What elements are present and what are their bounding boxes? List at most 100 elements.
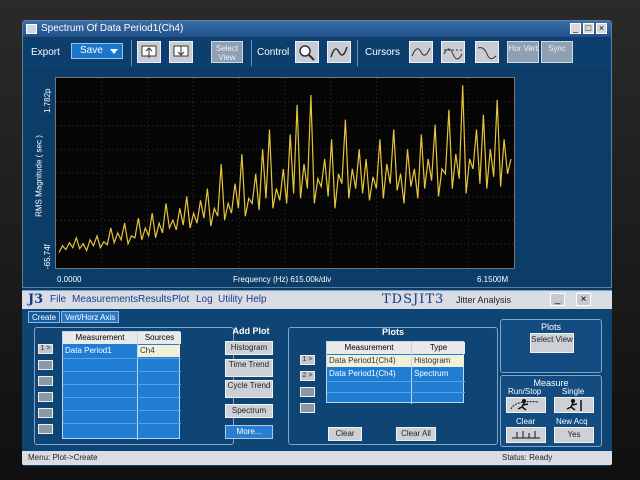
- plot-row-measurement[interactable]: Data Period1(Ch4): [327, 355, 411, 367]
- curve-icon: [477, 47, 497, 60]
- export-label: Export: [31, 47, 60, 58]
- menu-plot[interactable]: Plot: [172, 294, 189, 305]
- clear-results-icon: [512, 431, 540, 439]
- spectrum-plot[interactable]: [55, 77, 515, 269]
- collapse-down-icon: [173, 45, 189, 57]
- jitter-analysis-window: J3 File Measurements Results Plot Log Ut…: [22, 290, 612, 466]
- cursors-label: Cursors: [365, 47, 401, 58]
- jitter-minimize-button[interactable]: _: [550, 293, 565, 306]
- add-more-button[interactable]: More...: [225, 425, 273, 439]
- row-select-button[interactable]: 1 >: [300, 355, 315, 365]
- clear-results-button[interactable]: [506, 427, 546, 443]
- single-label: Single: [562, 387, 585, 396]
- add-histogram-button[interactable]: Histogram: [225, 341, 273, 355]
- add-cycle-trend-button[interactable]: Cycle Trend: [225, 380, 273, 398]
- add-spectrum-button[interactable]: Spectrum: [225, 404, 273, 418]
- close-button[interactable]: ×: [596, 23, 607, 34]
- row-select-button[interactable]: 2 >: [38, 360, 53, 370]
- y-axis-label: RMS Magnitude ( sec ): [34, 135, 44, 217]
- menu-help[interactable]: Help: [246, 294, 267, 305]
- zoom-in-button[interactable]: [169, 41, 193, 63]
- cursor-waveform-button[interactable]: [475, 41, 499, 63]
- column-header-measurement: Measurement: [327, 342, 411, 354]
- measurements-table: Measurement Sources Data Period1 Ch4: [62, 331, 181, 440]
- zoom-out-button[interactable]: [137, 41, 161, 63]
- cursor-sync-button[interactable]: Sync: [541, 41, 573, 63]
- cursor-horizontal-button[interactable]: [441, 41, 465, 63]
- row-select-button[interactable]: 3 >: [300, 387, 315, 397]
- x-start-label: 0.0000: [57, 275, 82, 284]
- x-end-label: 6.1500M: [477, 275, 509, 284]
- row-divider: [63, 410, 181, 411]
- column-header-sources: Sources: [138, 332, 181, 344]
- row-select-button[interactable]: 3 >: [38, 376, 53, 386]
- cursor-hor-vert-button[interactable]: Hor Vert: [507, 41, 539, 63]
- row-select-button[interactable]: 6 >: [38, 424, 53, 434]
- row-select-button[interactable]: 4 >: [38, 392, 53, 402]
- x-axis-footer: 0.0000 Frequency (Hz) 615.00k/div 6.1500…: [23, 273, 611, 287]
- menubar: J3 File Measurements Results Plot Log Ut…: [22, 291, 612, 309]
- brand-subtitle: Jitter Analysis: [456, 295, 512, 305]
- clear-label: Clear: [516, 417, 536, 426]
- add-plot-title: Add Plot: [232, 326, 270, 336]
- row-divider: [327, 392, 465, 393]
- new-acq-label: New Acq: [556, 417, 588, 426]
- row-divider: [63, 358, 181, 359]
- jitter-close-button[interactable]: ×: [576, 293, 591, 306]
- x-axis-label: Frequency (Hz) 615.00k/div: [233, 275, 332, 284]
- minimize-button[interactable]: _: [570, 23, 581, 34]
- menu-measurements[interactable]: Measurements: [72, 294, 138, 305]
- plot-row-measurement[interactable]: Data Period1(Ch4): [327, 368, 411, 380]
- tab-create[interactable]: Create: [28, 311, 61, 323]
- spectrum-chart: [56, 78, 514, 268]
- control-label: Control: [257, 47, 290, 58]
- row-select-button[interactable]: 1 >: [38, 344, 53, 354]
- monitor-bezel: Spectrum Of Data Period1(Ch4) _ □ × Expo…: [0, 0, 640, 480]
- app-icon: [26, 24, 37, 34]
- menu-utility[interactable]: Utility: [218, 294, 242, 305]
- spectrum-window-title: Spectrum Of Data Period1(Ch4): [41, 23, 184, 34]
- status-bar: Menu: Plot->Create Status: Ready: [22, 451, 612, 465]
- pan-button[interactable]: [327, 41, 351, 63]
- table-row-measurement[interactable]: Data Period1: [63, 345, 137, 357]
- select-view-panel-button[interactable]: Select View: [530, 333, 574, 353]
- menu-log[interactable]: Log: [196, 294, 213, 305]
- tdsjit3-logo: J3: [28, 292, 44, 307]
- cursor-vertical-button[interactable]: [409, 41, 433, 63]
- brand-name: TDSJIT3: [382, 292, 445, 307]
- export-dropdown[interactable]: Save: [71, 43, 123, 59]
- select-view-button[interactable]: Select View: [211, 41, 243, 63]
- maximize-button[interactable]: □: [583, 23, 594, 34]
- row-divider: [63, 384, 181, 385]
- spectrum-window-titlebar[interactable]: Spectrum Of Data Period1(Ch4) _ □ ×: [23, 21, 611, 37]
- clear-plot-button[interactable]: Clear: [328, 427, 362, 441]
- table-row-source[interactable]: Ch4: [138, 345, 180, 357]
- toolbar-divider: [131, 40, 132, 66]
- new-acq-yes-button[interactable]: Yes: [554, 427, 594, 443]
- toolbar-divider: [251, 40, 252, 66]
- spectrum-window: Spectrum Of Data Period1(Ch4) _ □ × Expo…: [22, 20, 612, 288]
- magnifier-icon: [299, 45, 315, 61]
- toolbar-divider: [357, 40, 358, 66]
- tab-vert-horz-axis[interactable]: Vert/Horz Axis: [61, 311, 120, 323]
- run-stop-button[interactable]: [506, 397, 546, 413]
- single-run-icon: [566, 399, 582, 411]
- menu-results[interactable]: Results: [138, 294, 171, 305]
- menu-file[interactable]: File: [50, 294, 66, 305]
- sine-hcursor-icon: [443, 48, 463, 60]
- status-text: Status: Ready: [502, 453, 553, 462]
- row-select-button[interactable]: 5 >: [38, 408, 53, 418]
- run-stop-label: Run/Stop: [508, 387, 542, 396]
- plot-row-type[interactable]: Spectrum: [412, 368, 464, 380]
- row-select-button[interactable]: 4 >: [300, 403, 315, 413]
- zoom-button[interactable]: [295, 41, 319, 63]
- menu-path: Menu: Plot->Create: [28, 453, 98, 462]
- add-time-trend-button[interactable]: Time Trend: [225, 359, 273, 377]
- plot-row-type[interactable]: Histogram: [412, 355, 464, 367]
- single-acquisition-button[interactable]: [554, 397, 594, 413]
- clear-all-plots-button[interactable]: Clear All: [396, 427, 436, 441]
- expand-up-icon: [141, 45, 157, 58]
- chevron-down-icon: [110, 49, 118, 54]
- row-select-button[interactable]: 2 >: [300, 371, 315, 381]
- column-header-type: Type: [412, 342, 465, 354]
